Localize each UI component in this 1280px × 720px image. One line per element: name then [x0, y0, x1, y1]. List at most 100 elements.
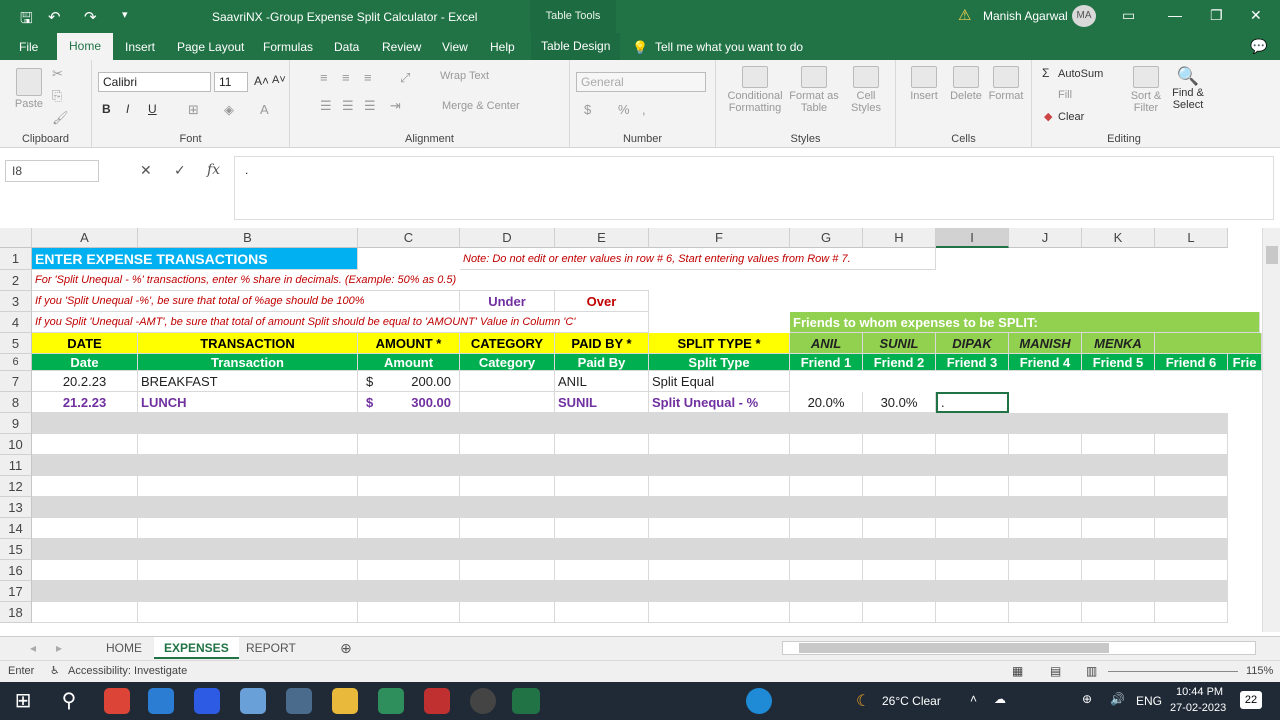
empty-cell[interactable]	[863, 602, 936, 623]
page-layout-view-icon[interactable]: ▤	[1050, 664, 1061, 678]
cell-transaction[interactable]: LUNCH	[138, 392, 358, 413]
empty-cell[interactable]	[358, 434, 460, 455]
empty-cell[interactable]	[649, 434, 790, 455]
tab-file[interactable]: File	[19, 40, 38, 54]
empty-cell[interactable]	[936, 455, 1009, 476]
friend-name-header[interactable]: DIPAK	[936, 333, 1009, 354]
empty-cell[interactable]	[1009, 413, 1082, 434]
empty-cell[interactable]	[138, 413, 358, 434]
empty-cell[interactable]	[460, 455, 555, 476]
row-header[interactable]: 13	[0, 497, 32, 518]
empty-cell[interactable]	[863, 518, 936, 539]
tab-review[interactable]: Review	[382, 40, 421, 54]
field-key-header[interactable]: Transaction	[138, 354, 358, 371]
zoom-icon[interactable]	[194, 688, 220, 714]
language-indicator[interactable]: ENG	[1136, 694, 1162, 708]
empty-cell[interactable]	[790, 581, 863, 602]
edge-icon[interactable]	[148, 688, 174, 714]
empty-cell[interactable]	[358, 581, 460, 602]
empty-cell[interactable]	[1155, 476, 1228, 497]
format-cells-button[interactable]: Format	[986, 66, 1026, 102]
clock-date[interactable]: 27-02-2023	[1170, 702, 1226, 714]
help-icon[interactable]	[746, 688, 772, 714]
empty-cell[interactable]	[1082, 602, 1155, 623]
row-header[interactable]: 8	[0, 392, 32, 413]
empty-cell[interactable]	[1009, 560, 1082, 581]
column-header[interactable]: H	[863, 228, 936, 248]
row-header[interactable]: 17	[0, 581, 32, 602]
empty-cell[interactable]	[138, 602, 358, 623]
empty-cell[interactable]	[790, 602, 863, 623]
cell-date[interactable]: 21.2.23	[32, 392, 138, 413]
field-key-header[interactable]: Friend 4	[1009, 354, 1082, 371]
empty-cell[interactable]	[555, 413, 649, 434]
empty-cell[interactable]	[649, 518, 790, 539]
empty-cell[interactable]	[460, 518, 555, 539]
field-key-header[interactable]: Friend 5	[1082, 354, 1155, 371]
friend-name-header[interactable]: MANISH	[1009, 333, 1082, 354]
empty-cell[interactable]	[1009, 602, 1082, 623]
cell-friend1-share[interactable]: 20.0%	[790, 392, 863, 413]
weather-text[interactable]: 26°C Clear	[882, 694, 941, 708]
row-header[interactable]: 14	[0, 518, 32, 539]
windows-start-icon[interactable]: ⊞	[10, 688, 36, 714]
zoom-level[interactable]: 115%	[1246, 665, 1273, 677]
media-icon[interactable]	[470, 688, 496, 714]
empty-cell[interactable]	[1009, 455, 1082, 476]
add-sheet-icon[interactable]: ⊕	[330, 637, 362, 659]
row-header[interactable]: 9	[0, 413, 32, 434]
empty-cell[interactable]	[790, 518, 863, 539]
autosum-icon[interactable]: Σ	[1042, 66, 1049, 80]
empty-cell[interactable]	[1082, 476, 1155, 497]
next-sheet-icon[interactable]: ▸	[46, 637, 72, 659]
empty-cell[interactable]	[936, 560, 1009, 581]
empty-cell[interactable]	[1009, 539, 1082, 560]
hscroll-thumb[interactable]	[799, 643, 1109, 653]
empty-cell[interactable]	[138, 476, 358, 497]
column-header[interactable]: I	[936, 228, 1009, 248]
column-header[interactable]: J	[1009, 228, 1082, 248]
empty-cell[interactable]	[32, 497, 138, 518]
tab-formulas[interactable]: Formulas	[263, 40, 313, 54]
field-key-header[interactable]: Friend 2	[863, 354, 936, 371]
empty-cell[interactable]	[460, 434, 555, 455]
empty-cell[interactable]	[555, 434, 649, 455]
accessibility-status[interactable]: Accessibility: Investigate	[68, 665, 187, 677]
empty-cell[interactable]	[555, 560, 649, 581]
close-icon[interactable]: ✕	[1250, 7, 1262, 24]
empty-cell[interactable]	[358, 518, 460, 539]
empty-cell[interactable]	[460, 476, 555, 497]
row-header[interactable]: 5	[0, 333, 32, 354]
empty-cell[interactable]	[863, 560, 936, 581]
column-header[interactable]: A	[32, 228, 138, 248]
cell-category[interactable]	[460, 371, 555, 392]
comma-icon[interactable]: ,	[642, 102, 646, 117]
empty-cell[interactable]	[936, 581, 1009, 602]
empty-cell[interactable]	[138, 560, 358, 581]
wrap-text-button[interactable]: Wrap Text	[440, 70, 489, 82]
empty-cell[interactable]	[358, 455, 460, 476]
delete-cells-button[interactable]: Delete	[946, 66, 986, 102]
empty-cell[interactable]	[1155, 518, 1228, 539]
instruction-amount[interactable]: If you Split 'Unequal -AMT', be sure tha…	[32, 312, 649, 333]
align-left-icon[interactable]: ☰	[320, 98, 332, 114]
column-header[interactable]: E	[555, 228, 649, 248]
align-center-icon[interactable]: ☰	[342, 98, 354, 114]
chrome-icon[interactable]	[104, 688, 130, 714]
vertical-scrollbar[interactable]	[1262, 228, 1280, 632]
empty-cell[interactable]	[1155, 581, 1228, 602]
bold-icon[interactable]: B	[102, 102, 111, 116]
friend-name-header[interactable]	[1155, 333, 1262, 354]
column-title[interactable]: CATEGORY	[460, 333, 555, 354]
empty-cell[interactable]	[358, 476, 460, 497]
empty-cell[interactable]	[1155, 602, 1228, 623]
empty-cell[interactable]	[790, 413, 863, 434]
empty-cell[interactable]	[555, 497, 649, 518]
empty-cell[interactable]	[649, 539, 790, 560]
volume-icon[interactable]: 🔊	[1110, 692, 1125, 706]
row-header[interactable]: 2	[0, 270, 32, 291]
empty-cell[interactable]	[32, 581, 138, 602]
column-header[interactable]: K	[1082, 228, 1155, 248]
empty-cell[interactable]	[358, 602, 460, 623]
column-header[interactable]: G	[790, 228, 863, 248]
